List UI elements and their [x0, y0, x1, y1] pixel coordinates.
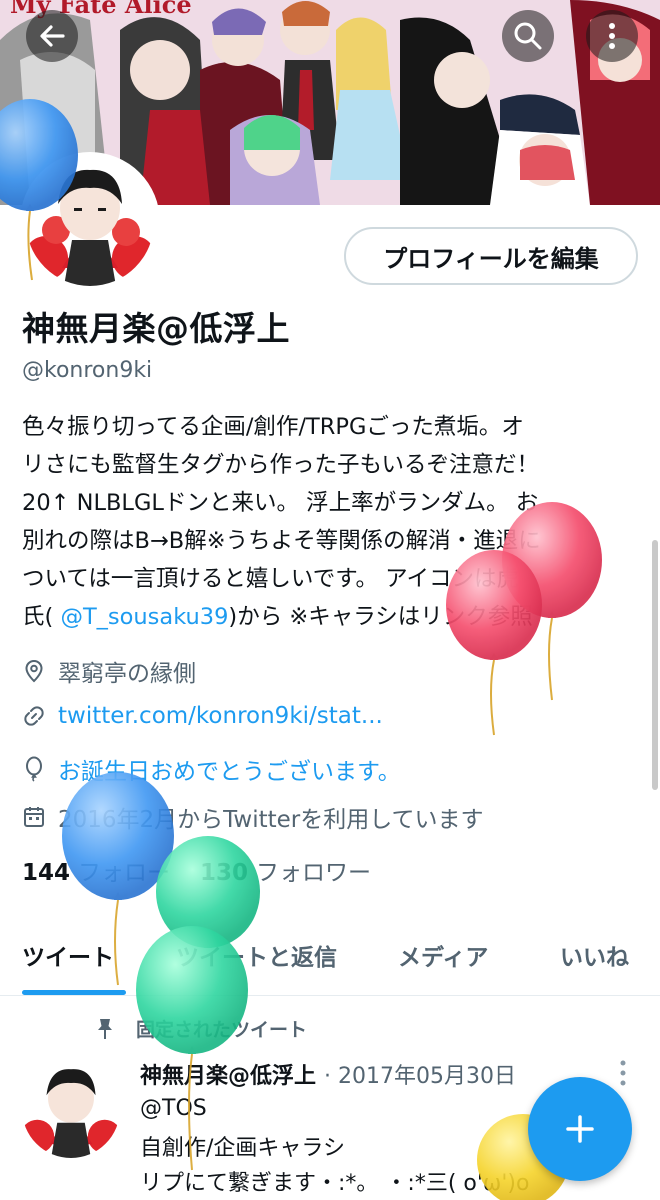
- profile-tabs: ツイート ツイートと返信 メディア いいね: [0, 920, 660, 996]
- edit-profile-button[interactable]: プロフィールを編集: [344, 227, 638, 285]
- avatar-image: [26, 158, 154, 286]
- back-button[interactable]: [26, 10, 78, 62]
- tweet-author-name[interactable]: 神無月楽@低浮上: [140, 1058, 316, 1090]
- tab-tweets-and-replies[interactable]: ツイートと返信: [176, 938, 337, 972]
- profile-birthday-row: お誕生日おめでとうございます。: [22, 752, 401, 786]
- balloon-icon: [26, 756, 42, 782]
- bio-text: )から ※キャラシはリンク参照: [228, 604, 533, 630]
- bio-line: 氏( @T_sousaku39)から ※キャラシはリンク参照: [22, 598, 642, 636]
- plus-icon: [566, 1115, 594, 1143]
- active-tab-indicator: [22, 990, 126, 995]
- birthday-text[interactable]: お誕生日おめでとうございます。: [58, 752, 401, 786]
- bio-line: ついては一言頂けると嬉しいです。 アイコンは虎: [22, 566, 519, 592]
- more-vertical-icon: [609, 23, 615, 49]
- following-count: 144: [22, 860, 71, 886]
- tab-tweets[interactable]: ツイート: [22, 938, 114, 972]
- follow-stats: 144 フォロー 130 フォロワー: [22, 853, 371, 887]
- link-icon: [24, 706, 44, 726]
- profile-joined-row: 2016年2月からTwitterを利用しています: [22, 800, 484, 834]
- joined-text: 2016年2月からTwitterを利用しています: [58, 807, 484, 833]
- followers-link[interactable]: 130 フォロワー: [200, 853, 371, 887]
- scrollbar[interactable]: [652, 540, 658, 790]
- bio-line: 色々振り切ってる企画/創作/TRPGごった煮垢。オ: [22, 414, 524, 440]
- arrow-left-icon: [40, 25, 65, 47]
- pin-icon: [98, 1018, 112, 1039]
- more-button[interactable]: [586, 10, 638, 62]
- profile-bio: 色々振り切ってる企画/創作/TRPGごった煮垢。オ リさにも監督生タグから作った…: [22, 408, 642, 636]
- tab-likes[interactable]: いいね: [560, 938, 629, 972]
- calendar-icon: [24, 807, 44, 827]
- profile-url-row: twitter.com/konron9ki/stat...: [22, 703, 383, 729]
- compose-tweet-button[interactable]: [528, 1077, 632, 1181]
- location-pin-icon: [25, 659, 43, 683]
- tweet-text-line: リプにて繋ぎます・:*。 ・:*三( o'ω')o: [140, 1171, 530, 1196]
- pinned-label-text: 固定されたツイート: [136, 1019, 308, 1041]
- bio-line: リさにも監督生タグから作った子もいるぞ注意だ！: [22, 452, 540, 478]
- profile-avatar[interactable]: [20, 152, 160, 292]
- following-label: フォロー: [78, 860, 171, 886]
- tweet-avatar[interactable]: [22, 1060, 120, 1158]
- followers-count: 130: [200, 860, 249, 886]
- tweet-more-icon[interactable]: [614, 1058, 632, 1088]
- bio-mention-link[interactable]: @T_sousaku39: [60, 604, 228, 630]
- tweet-text-line: @TOS: [140, 1096, 207, 1121]
- profile-name: 神無月楽@低浮上: [22, 309, 290, 348]
- pinned-tweet-label: 固定されたツイート: [96, 1015, 307, 1042]
- bio-line: 20↑ NLBLGLドンと来い。 浮上率がランダム。 お: [22, 490, 539, 516]
- search-button[interactable]: [502, 10, 554, 62]
- tweet-date: · 2017年05月30日: [324, 1064, 516, 1089]
- bio-line: 別れの際はB→B解※うちよそ等関係の解消・進退に: [22, 528, 541, 554]
- bio-text: 氏(: [22, 604, 61, 630]
- profile-url-link[interactable]: twitter.com/konron9ki/stat...: [58, 703, 383, 729]
- profile-location: 翠窮亭の縁側: [22, 654, 196, 688]
- followers-label: フォロワー: [256, 860, 372, 886]
- location-text: 翠窮亭の縁側: [58, 661, 196, 687]
- following-link[interactable]: 144 フォロー: [22, 853, 170, 887]
- tab-media[interactable]: メディア: [398, 938, 488, 972]
- tweet-avatar-image: [22, 1060, 120, 1158]
- search-icon: [514, 22, 542, 50]
- tweet-header: 神無月楽@低浮上 · 2017年05月30日: [140, 1058, 516, 1090]
- tweet-text-line: 自創作/企画キャラシ: [140, 1136, 345, 1161]
- profile-handle: @konron9ki: [22, 358, 153, 383]
